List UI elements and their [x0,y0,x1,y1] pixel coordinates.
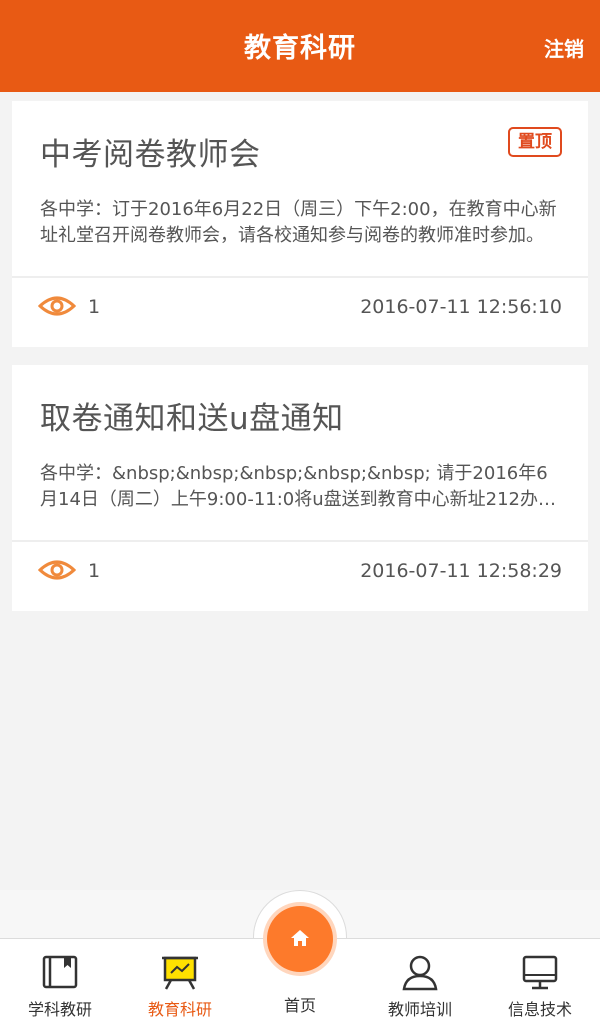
article-card[interactable]: 中考阅卷教师会 置顶 各中学：订于2016年6月22日（周三）下午2:00，在教… [12,101,588,347]
page-title: 教育科研 [244,33,356,64]
tab-home-label[interactable]: 首页 [240,992,360,1016]
tab-label: 学科教研 [27,1000,92,1019]
monitor-icon [522,955,558,990]
pinned-badge: 置顶 [508,127,562,157]
article-card[interactable]: 取卷通知和送u盘通知 各中学：&nbsp;&nbsp;&nbsp;&nbsp;&… [12,365,588,611]
publish-time: 2016-07-11 12:56:10 [360,296,562,318]
tab-label: 教师培训 [387,1000,452,1019]
publish-time: 2016-07-11 12:58:29 [360,560,562,582]
tab-label: 教育科研 [147,1000,212,1019]
article-summary: 各中学：&nbsp;&nbsp;&nbsp;&nbsp;&nbsp; 请于201… [40,463,557,510]
tab-label: 信息技术 [507,1000,572,1019]
presentation-board-icon [162,956,198,990]
header-bar: 教育科研 注销 [0,0,600,92]
eye-icon [38,560,76,580]
home-icon [291,930,309,946]
tab-teacher-training[interactable]: 教师培训 [360,954,480,1024]
eye-icon [38,296,76,316]
logout-button[interactable]: 注销 [544,33,584,62]
tab-education-research[interactable]: 教育科研 [120,954,240,1024]
view-count: 1 [88,296,101,318]
article-title: 取卷通知和送u盘通知 [40,401,344,437]
book-icon [42,955,78,989]
card-divider [12,540,588,542]
view-count: 1 [88,560,101,582]
home-button[interactable] [267,906,333,972]
tab-information-technology[interactable]: 信息技术 [480,954,600,1024]
article-summary: 各中学：订于2016年6月22日（周三）下午2:00，在教育中心新址礼堂召开阅卷… [40,199,557,246]
person-icon [402,955,438,991]
tab-subject-research[interactable]: 学科教研 [0,954,120,1024]
article-title: 中考阅卷教师会 [40,137,261,173]
card-divider [12,276,588,278]
